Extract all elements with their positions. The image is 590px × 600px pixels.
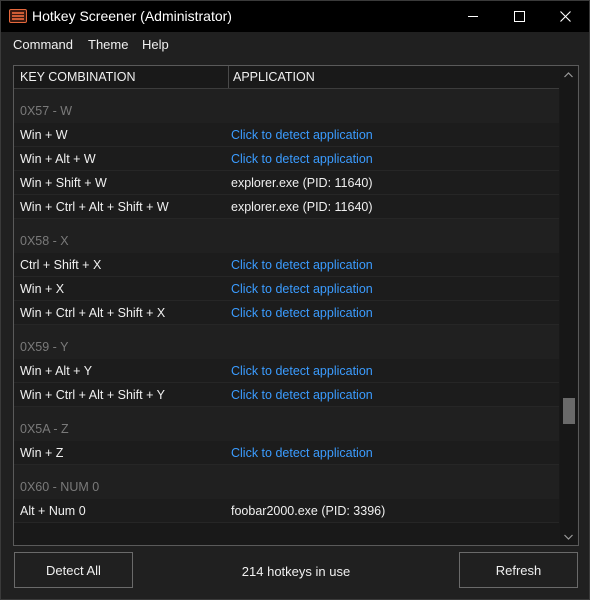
application-cell: foobar2000.exe (PID: 3396) [231,504,386,518]
chevron-up-icon [564,71,573,77]
group-header: 0X58 - X [14,219,559,253]
hotkey-row[interactable]: Win + Alt + W Click to detect application [14,147,559,171]
group-header: 0X60 - NUM 0 [14,465,559,499]
group-label: 0X60 - NUM 0 [20,480,100,494]
title-bar[interactable]: Hotkey Screener (Administrator) [1,1,589,32]
detect-application-link[interactable]: Click to detect application [231,152,373,166]
hotkey-row[interactable]: Win + X Click to detect application [14,277,559,301]
group-label: 0X59 - Y [20,340,69,354]
detect-application-link[interactable]: Click to detect application [231,128,373,142]
scroll-down-button[interactable] [560,528,577,545]
column-separator[interactable] [228,66,229,88]
group-label: 0X5A - Z [20,422,69,436]
menu-theme[interactable]: Theme [88,37,128,52]
application-cell: explorer.exe (PID: 11640) [231,200,373,214]
column-header-key-combination[interactable]: KEY COMBINATION [20,70,136,84]
hotkey-count-status: 214 hotkeys in use [241,564,351,579]
menu-bar: Command Theme Help [1,32,589,58]
key-combination-cell: Ctrl + Shift + X [20,258,102,272]
group-header: 0X57 - W [14,89,559,123]
detect-all-button[interactable]: Detect All [14,552,133,588]
menu-help[interactable]: Help [142,37,169,52]
key-combination-cell: Win + Ctrl + Alt + Shift + W [20,200,169,214]
menu-command[interactable]: Command [13,37,73,52]
group-label: 0X58 - X [20,234,69,248]
hotkey-row[interactable]: Ctrl + Shift + X Click to detect applicat… [14,253,559,277]
scroll-thumb[interactable] [563,398,575,424]
hotkey-row[interactable]: Win + Ctrl + Alt + Shift + X Click to det… [14,301,559,325]
group-header: 0X59 - Y [14,325,559,359]
close-icon [559,11,571,22]
hotkey-row[interactable]: Win + Shift + W explorer.exe (PID: 11640) [14,171,559,195]
detect-application-link[interactable]: Click to detect application [231,258,373,272]
group-header: 0X5A - Z [14,407,559,441]
key-combination-cell: Win + Z [20,446,64,460]
hotkey-row[interactable]: Win + Z Click to detect application [14,441,559,465]
detect-application-link[interactable]: Click to detect application [231,306,373,320]
window-title: Hotkey Screener (Administrator) [32,8,232,24]
application-cell: explorer.exe (PID: 11640) [231,176,373,190]
hotkey-row[interactable]: Win + Ctrl + Alt + Shift + Y Click to det… [14,383,559,407]
detect-application-link[interactable]: Click to detect application [231,282,373,296]
key-combination-cell: Win + Shift + W [20,176,107,190]
key-combination-cell: Win + Ctrl + Alt + Shift + X [20,306,166,320]
chevron-down-icon [564,534,573,540]
hotkey-list[interactable]: KEY COMBINATION APPLICATION 0X57 - W Win … [13,65,579,546]
key-combination-cell: Alt + Num 0 [20,504,86,518]
detect-application-link[interactable]: Click to detect application [231,364,373,378]
column-header-application[interactable]: APPLICATION [233,70,315,84]
hotkey-row[interactable]: Win + W Click to detect application [14,123,559,147]
hotkey-row[interactable]: Win + Ctrl + Alt + Shift + W explorer.exe… [14,195,559,219]
vertical-scrollbar[interactable] [560,66,577,545]
group-label: 0X57 - W [20,104,73,118]
hotkey-row[interactable]: Alt + Num 0 foobar2000.exe (PID: 3396) [14,499,559,523]
list-header: KEY COMBINATION APPLICATION [14,66,559,89]
close-button[interactable] [542,1,588,32]
minimize-button[interactable] [450,1,496,32]
detect-application-link[interactable]: Click to detect application [231,446,373,460]
detect-application-link[interactable]: Click to detect application [231,388,373,402]
scroll-up-button[interactable] [560,66,577,83]
hotkey-row[interactable]: Win + Alt + Y Click to detect application [14,359,559,383]
maximize-button[interactable] [496,1,542,32]
keyboard-app-icon [9,9,27,23]
key-combination-cell: Win + Alt + W [20,152,96,166]
key-combination-cell: Win + Alt + Y [20,364,93,378]
app-window: Hotkey Screener (Administrator) Command … [0,0,590,600]
refresh-button[interactable]: Refresh [459,552,578,588]
key-combination-cell: Win + W [20,128,68,142]
key-combination-cell: Win + X [20,282,65,296]
key-combination-cell: Win + Ctrl + Alt + Shift + Y [20,388,165,402]
